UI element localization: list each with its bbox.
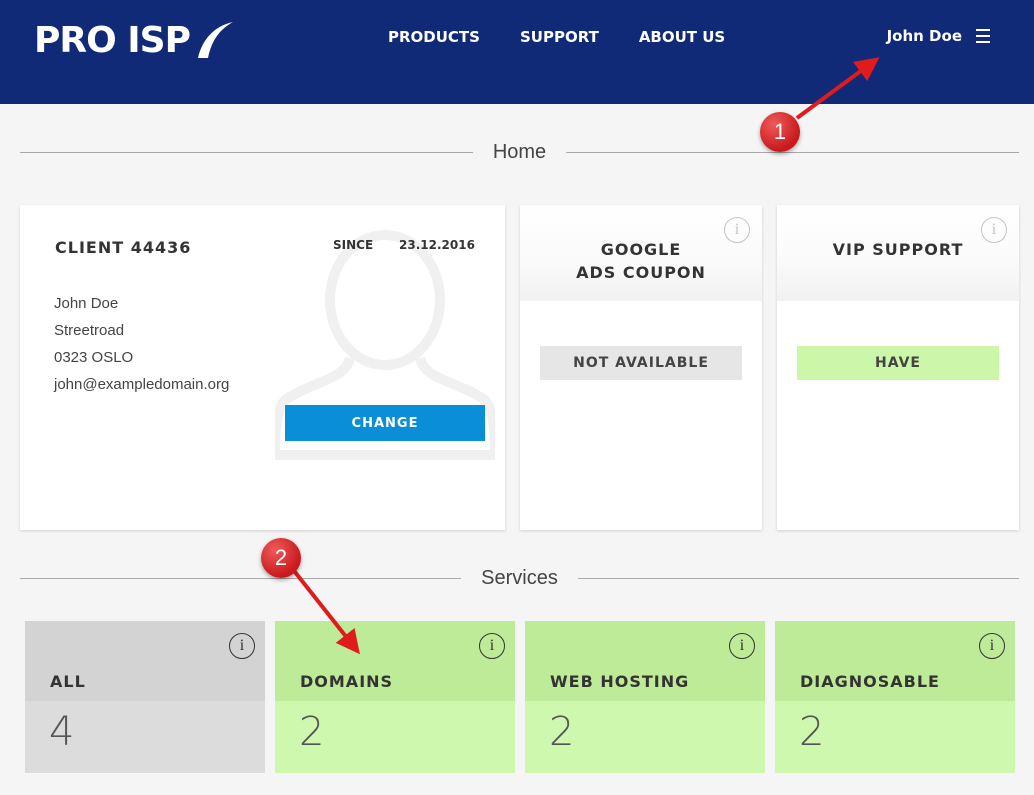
vip-card-title: VIP SUPPORT <box>832 240 964 259</box>
service-tile-web-hosting[interactable]: i WEB HOSTING 2 <box>525 621 765 773</box>
services-section-header: Services <box>20 563 1020 593</box>
client-address: John Doe Streetroad 0323 OSLO john@examp… <box>54 290 254 398</box>
since-date: 23.12.2016 <box>399 238 475 252</box>
services-section-title: Services <box>481 566 558 589</box>
service-tile-domains[interactable]: i DOMAINS 2 <box>275 621 515 773</box>
nav-products[interactable]: PRODUCTS <box>388 28 480 46</box>
client-city: 0323 OSLO <box>54 349 134 366</box>
pro-isp-logo[interactable]: PRO ISP <box>34 18 234 62</box>
info-icon[interactable]: i <box>229 633 255 659</box>
info-icon[interactable]: i <box>729 633 755 659</box>
vip-status-badge: HAVE <box>797 346 999 380</box>
client-email: john@exampledomain.org <box>54 376 230 393</box>
user-menu[interactable]: John Doe <box>887 27 990 45</box>
info-icon[interactable]: i <box>724 217 750 243</box>
annotation-badge-1: 1 <box>760 112 800 152</box>
tile-label: DIAGNOSABLE <box>800 672 940 691</box>
user-name: John Doe <box>886 27 962 45</box>
logo-swoosh-icon <box>197 22 233 58</box>
home-section-header: Home <box>20 137 1020 167</box>
nav-support[interactable]: SUPPORT <box>520 28 599 46</box>
tile-label: WEB HOSTING <box>550 672 690 691</box>
main-nav: PRODUCTS SUPPORT ABOUT US <box>388 28 725 46</box>
client-card: CLIENT 44436 SINCE 23.12.2016 John Doe S… <box>20 205 505 530</box>
info-icon[interactable]: i <box>479 633 505 659</box>
home-section-title: Home <box>492 140 547 163</box>
annotation-badge-2: 2 <box>261 538 301 578</box>
google-card-title: GOOGLE ADS COUPON <box>520 238 762 284</box>
tile-count: 4 <box>49 709 75 755</box>
tile-count: 2 <box>549 709 575 755</box>
client-id-title: CLIENT 44436 <box>55 238 192 257</box>
client-street: Streetroad <box>54 322 125 339</box>
tile-count: 2 <box>299 709 325 755</box>
hamburger-menu-icon[interactable] <box>976 29 990 43</box>
card-header: VIP SUPPORT <box>777 205 1019 301</box>
tile-label: ALL <box>50 672 86 691</box>
service-tile-all[interactable]: i ALL 4 <box>25 621 265 773</box>
card-header: GOOGLE ADS COUPON <box>520 205 762 301</box>
since-label: SINCE <box>333 238 374 252</box>
logo-text: PRO ISP <box>34 19 191 61</box>
service-tile-diagnosable[interactable]: i DIAGNOSABLE 2 <box>775 621 1015 773</box>
google-status-badge: NOT AVAILABLE <box>540 346 742 380</box>
tile-label: DOMAINS <box>300 672 394 691</box>
google-title-line2: ADS COUPON <box>576 263 706 282</box>
google-title-line1: GOOGLE <box>600 240 682 259</box>
google-ads-coupon-card: GOOGLE ADS COUPON i NOT AVAILABLE <box>520 205 762 530</box>
tile-count: 2 <box>799 709 825 755</box>
change-button[interactable]: CHANGE <box>285 405 485 441</box>
nav-about-us[interactable]: ABOUT US <box>639 28 725 46</box>
vip-support-card: VIP SUPPORT i HAVE <box>777 205 1019 530</box>
info-icon[interactable]: i <box>979 633 1005 659</box>
top-header: PRO ISP PRODUCTS SUPPORT ABOUT US John D… <box>0 0 1034 104</box>
info-icon[interactable]: i <box>981 217 1007 243</box>
client-name: John Doe <box>54 295 119 312</box>
